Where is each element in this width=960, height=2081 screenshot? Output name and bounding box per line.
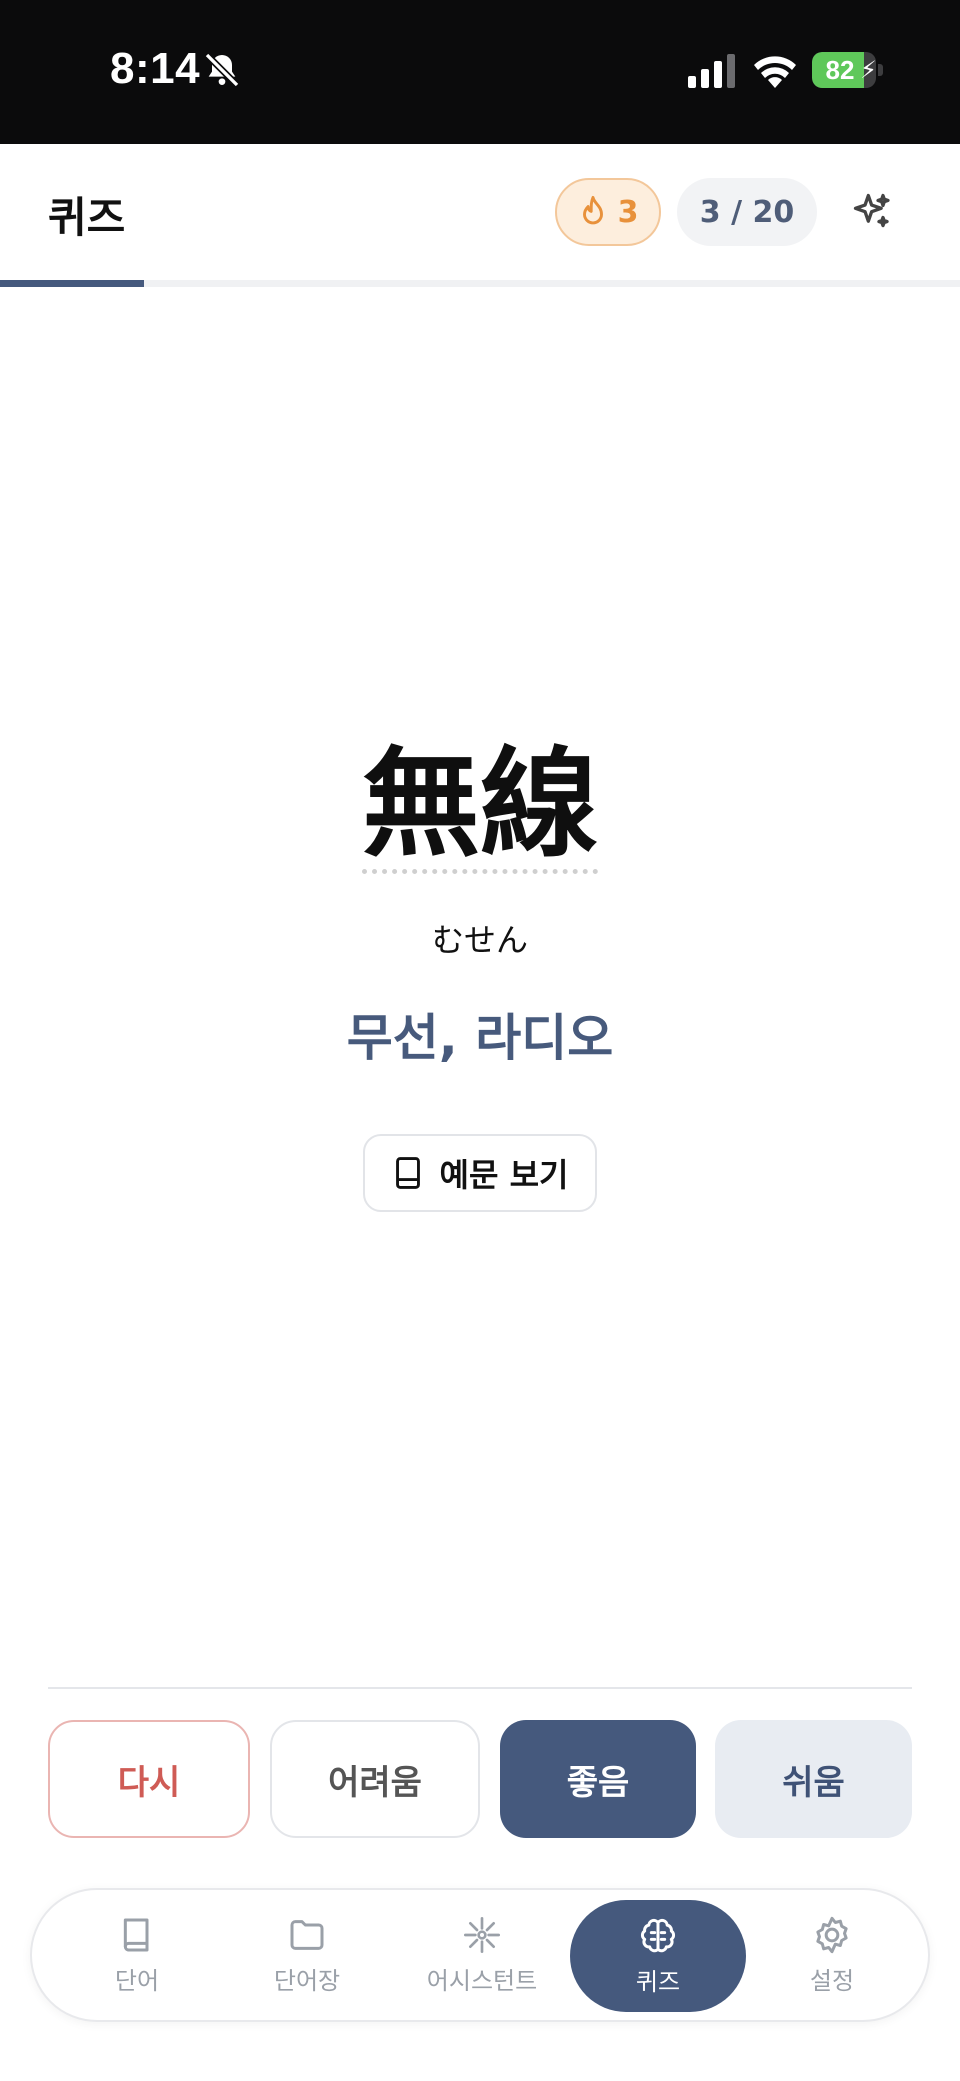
wifi-icon bbox=[754, 56, 796, 88]
rate-hard-button[interactable]: 어려움 bbox=[270, 1720, 480, 1838]
word-meaning: 무선, 라디오 bbox=[346, 1009, 614, 1067]
bell-off-icon bbox=[204, 52, 240, 88]
quiz-word[interactable]: 無線 bbox=[0, 745, 960, 874]
brain-icon bbox=[640, 1918, 676, 1952]
bottom-nav: 단어 단어장 어시스턴트 퀴즈 설정 bbox=[30, 1888, 930, 2022]
quiz-header: 퀴즈 3 3 / 20 bbox=[0, 144, 960, 280]
nav-item-assistant[interactable]: 어시스턴트 bbox=[392, 1890, 572, 2020]
nav-label-assistant: 어시스턴트 bbox=[426, 1966, 538, 1995]
cellular-signal-icon bbox=[688, 54, 735, 88]
nav-item-settings[interactable]: 설정 bbox=[752, 1890, 912, 2020]
quiz-progress-bar bbox=[0, 280, 960, 287]
battery-indicator: 82 ⚡ bbox=[812, 52, 884, 88]
notebook-icon bbox=[395, 1157, 420, 1189]
nav-item-quiz[interactable]: 퀴즈 bbox=[570, 1900, 746, 2012]
quiz-progress-fill bbox=[0, 280, 144, 287]
nav-label-settings: 설정 bbox=[809, 1966, 855, 1995]
show-example-button[interactable]: 예문 보기 bbox=[363, 1134, 597, 1212]
quiz-word-text[interactable]: 無線 bbox=[361, 745, 598, 874]
question-progress-badge: 3 / 20 bbox=[677, 178, 817, 246]
book-icon bbox=[123, 1918, 149, 1951]
status-bar: 8:14 82 ⚡ bbox=[0, 0, 960, 144]
rate-easy-button[interactable]: 쉬움 bbox=[715, 1720, 912, 1838]
nav-item-wordbook[interactable]: 단어장 bbox=[222, 1890, 392, 2020]
sparkle-icon[interactable] bbox=[850, 190, 894, 234]
streak-count: 3 bbox=[617, 194, 639, 230]
word-reading: むせん bbox=[431, 921, 528, 959]
flame-icon bbox=[582, 195, 603, 225]
nav-label-quiz: 퀴즈 bbox=[635, 1967, 681, 1996]
status-time: 8:14 bbox=[110, 44, 201, 93]
nav-item-words[interactable]: 단어 bbox=[52, 1890, 222, 2020]
folder-icon bbox=[290, 1919, 324, 1950]
streak-badge[interactable]: 3 bbox=[555, 178, 661, 246]
divider bbox=[48, 1687, 912, 1689]
battery-percent: 82 bbox=[825, 55, 855, 85]
show-example-label: 예문 보기 bbox=[439, 1156, 569, 1194]
charging-bolt-icon: ⚡ bbox=[860, 56, 877, 84]
sparkle-icon bbox=[464, 1916, 500, 1953]
page-title: 퀴즈 bbox=[48, 193, 126, 242]
nav-label-words: 단어 bbox=[114, 1966, 160, 1995]
rate-again-button[interactable]: 다시 bbox=[48, 1720, 250, 1838]
gear-icon bbox=[816, 1916, 848, 1953]
rate-good-button[interactable]: 좋음 bbox=[500, 1720, 696, 1838]
nav-label-wordbook: 단어장 bbox=[273, 1966, 341, 1995]
